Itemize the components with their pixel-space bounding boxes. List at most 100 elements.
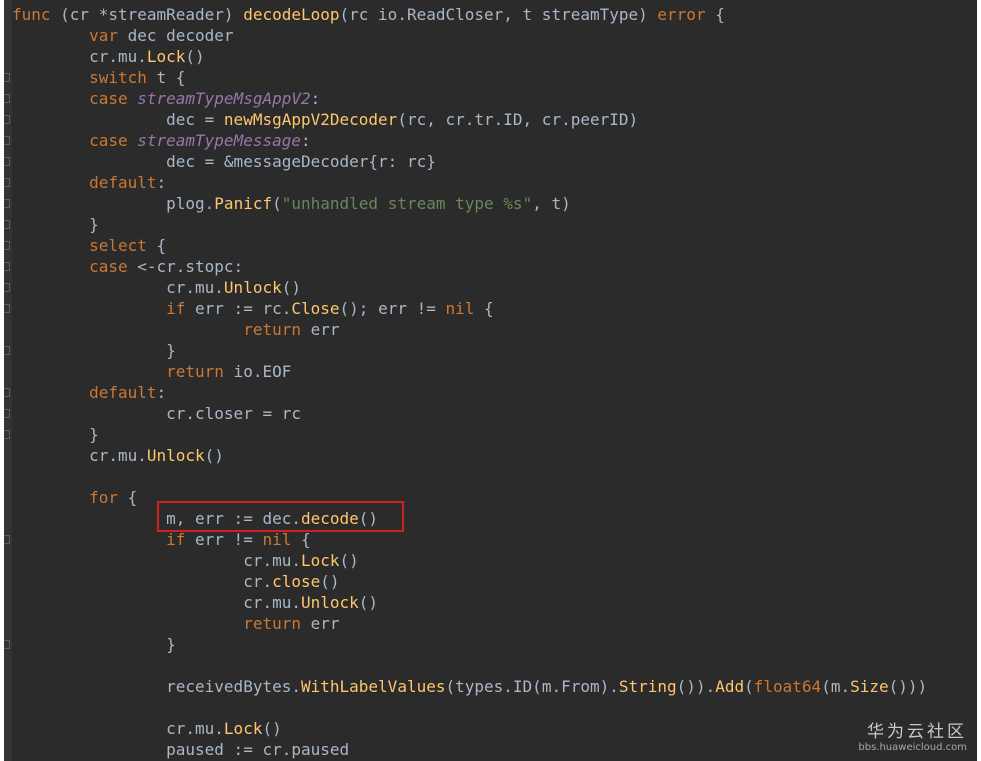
code-token: ())): [888, 677, 928, 696]
fold-marker-icon[interactable]: [4, 535, 10, 544]
code-line[interactable]: }: [12, 634, 176, 655]
code-line[interactable]: }: [12, 424, 99, 445]
code-token: streamTypeMessage: [137, 131, 301, 150]
code-token: (): [185, 47, 205, 66]
code-token: err: [300, 614, 340, 633]
code-line[interactable]: if err := rc.Close(); err != nil {: [12, 298, 494, 319]
code-token: cr.mu.: [12, 719, 224, 738]
code-token: :: [156, 173, 167, 192]
code-token: close: [272, 572, 321, 591]
code-line[interactable]: select {: [12, 235, 166, 256]
code-line[interactable]: case <-cr.stopc:: [12, 256, 243, 277]
code-token: Unlock: [146, 446, 205, 465]
code-line[interactable]: if err != nil {: [12, 529, 311, 550]
fold-gutter: [4, 0, 12, 761]
fold-marker-icon[interactable]: [4, 157, 10, 166]
fold-marker-icon[interactable]: [4, 178, 10, 187]
code-line[interactable]: cr.mu.Unlock(): [12, 277, 301, 298]
code-line[interactable]: }: [12, 340, 176, 361]
code-token: err: [300, 320, 340, 339]
code-token: (): [281, 278, 301, 297]
code-token: {: [291, 530, 311, 549]
fold-marker-icon[interactable]: [4, 199, 10, 208]
code-token: dec = &messageDecoder{r: rc}: [12, 152, 436, 171]
fold-marker-icon[interactable]: [4, 640, 10, 649]
code-editor[interactable]: func (cr *streamReader) decodeLoop(rc io…: [4, 0, 977, 761]
code-line[interactable]: dec = newMsgAppV2Decoder(rc, cr.tr.ID, c…: [12, 109, 638, 130]
code-line[interactable]: receivedBytes.WithLabelValues(types.ID(m…: [12, 676, 927, 697]
code-line[interactable]: cr.closer = rc: [12, 403, 301, 424]
code-token: default: [89, 173, 157, 192]
code-line[interactable]: case streamTypeMessage:: [12, 130, 311, 151]
code-token: }: [12, 215, 99, 234]
fold-marker-icon[interactable]: [4, 262, 10, 271]
fold-marker-icon[interactable]: [4, 430, 10, 439]
code-token: Unlock: [223, 278, 282, 297]
code-token: cr.mu.: [12, 47, 147, 66]
code-line[interactable]: cr.mu.Lock(): [12, 718, 282, 739]
code-line[interactable]: default:: [12, 172, 166, 193]
code-line[interactable]: cr.mu.Unlock(): [12, 445, 224, 466]
code-line[interactable]: cr.mu.Lock(): [12, 46, 205, 67]
code-line[interactable]: dec = &messageDecoder{r: rc}: [12, 151, 436, 172]
fold-marker-icon[interactable]: [4, 409, 10, 418]
code-line[interactable]: default:: [12, 382, 166, 403]
code-line[interactable]: cr.close(): [12, 571, 339, 592]
code-token: (types.ID(m.From).: [445, 677, 619, 696]
code-token: err !=: [185, 530, 263, 549]
code-token: (: [744, 677, 754, 696]
code-token: (): [358, 593, 379, 612]
code-line[interactable]: for {: [12, 487, 137, 508]
code-token: return: [243, 320, 301, 339]
code-line[interactable]: return err: [12, 319, 340, 340]
fold-marker-icon[interactable]: [4, 241, 10, 250]
code-line[interactable]: return err: [12, 613, 340, 634]
code-token: }: [12, 425, 99, 444]
code-token: Lock: [300, 551, 340, 570]
code-token: , t): [532, 194, 571, 213]
code-line[interactable]: case streamTypeMsgAppV2:: [12, 88, 320, 109]
code-token: case: [89, 257, 128, 276]
fold-marker-icon[interactable]: [4, 283, 10, 292]
code-line[interactable]: cr.mu.Lock(): [12, 550, 359, 571]
fold-marker-icon[interactable]: [4, 220, 10, 229]
code-token: streamTypeMsgAppV2: [137, 89, 311, 108]
code-token: Add: [715, 677, 745, 696]
highlight-box-decode-call: [157, 501, 404, 532]
code-line[interactable]: return io.EOF: [12, 361, 291, 382]
code-token: paused := cr.paused: [12, 740, 350, 759]
code-token: newMsgAppV2Decoder: [223, 110, 398, 129]
code-line[interactable]: paused := cr.paused: [12, 739, 349, 760]
code-line[interactable]: func (cr *streamReader) decodeLoop(rc io…: [12, 4, 725, 25]
code-token: {: [117, 488, 138, 507]
code-token: String: [618, 677, 677, 696]
fold-marker-icon[interactable]: [4, 346, 10, 355]
code-token: <-cr.stopc:: [127, 257, 244, 276]
fold-marker-icon[interactable]: [4, 73, 10, 82]
code-token: select: [89, 236, 147, 255]
code-line[interactable]: cr.mu.Unlock(): [12, 592, 378, 613]
code-line[interactable]: plog.Panicf("unhandled stream type %s", …: [12, 193, 571, 214]
code-line[interactable]: }: [12, 214, 99, 235]
code-line[interactable]: switch t {: [12, 67, 185, 88]
watermark: 华为云社区 bbs.huaweicloud.com: [858, 717, 967, 753]
fold-marker-icon[interactable]: [4, 388, 10, 397]
code-token: cr.mu.: [12, 278, 224, 297]
fold-marker-icon[interactable]: [4, 94, 10, 103]
fold-marker-icon[interactable]: [4, 136, 10, 145]
code-line[interactable]: var dec decoder: [12, 25, 234, 46]
code-token: ()).: [676, 677, 716, 696]
code-token: (): [204, 446, 224, 465]
code-token: {: [474, 299, 494, 318]
code-token: switch: [89, 68, 147, 87]
code-token: Size: [850, 677, 889, 696]
fold-marker-icon[interactable]: [4, 304, 10, 313]
fold-marker-icon[interactable]: [4, 115, 10, 124]
